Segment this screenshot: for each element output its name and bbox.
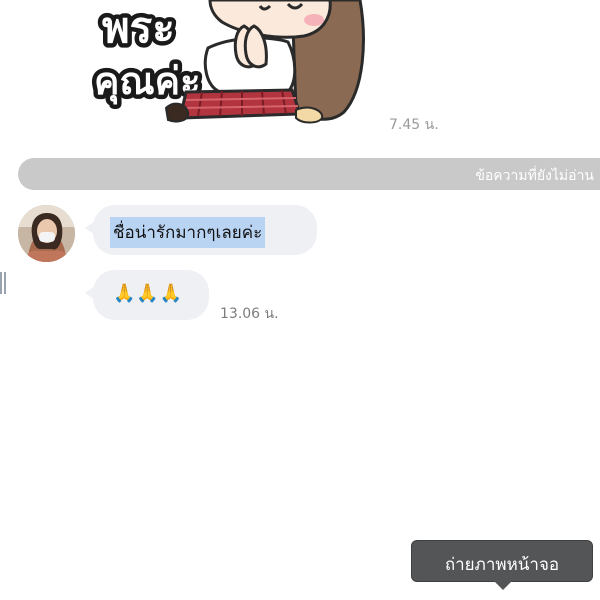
- unread-divider: ข้อความที่ยังไม่อ่าน: [18, 158, 600, 190]
- tooltip-label: ถ่ายภาพหน้าจอ: [444, 555, 560, 575]
- emoji-message-text[interactable]: 🙏🙏🙏: [113, 283, 183, 304]
- avatar[interactable]: [18, 205, 75, 262]
- praying-girl-sticker-icon: พระ คุณค่ะ: [90, 0, 365, 124]
- message-bubble[interactable]: 🙏🙏🙏: [85, 270, 209, 320]
- sticker-timestamp: 7.45 น.: [389, 117, 439, 133]
- screenshot-tooltip: ถ่ายภาพหน้าจอ: [411, 540, 593, 590]
- message-text[interactable]: ชื่อน่ารักมากๆเลยค่ะ: [110, 217, 266, 248]
- unread-divider-label: ข้อความที่ยังไม่อ่าน: [475, 168, 594, 184]
- message-bubble[interactable]: ชื่อน่ารักมากๆเลยค่ะ: [85, 205, 317, 255]
- tooltip-arrow-icon: [494, 581, 512, 590]
- chat-screen: พระ คุณค่ะ 7.45 น. ข้อความที่ยังไม่อ่าน: [0, 0, 600, 600]
- message-timestamp: 13.06 น.: [220, 306, 279, 322]
- thank-you-sticker[interactable]: พระ คุณค่ะ: [82, 0, 382, 128]
- drag-handle-icon[interactable]: [0, 272, 6, 294]
- user-avatar-photo-icon: [18, 205, 75, 262]
- sticker-text-line1: พระ: [102, 3, 175, 52]
